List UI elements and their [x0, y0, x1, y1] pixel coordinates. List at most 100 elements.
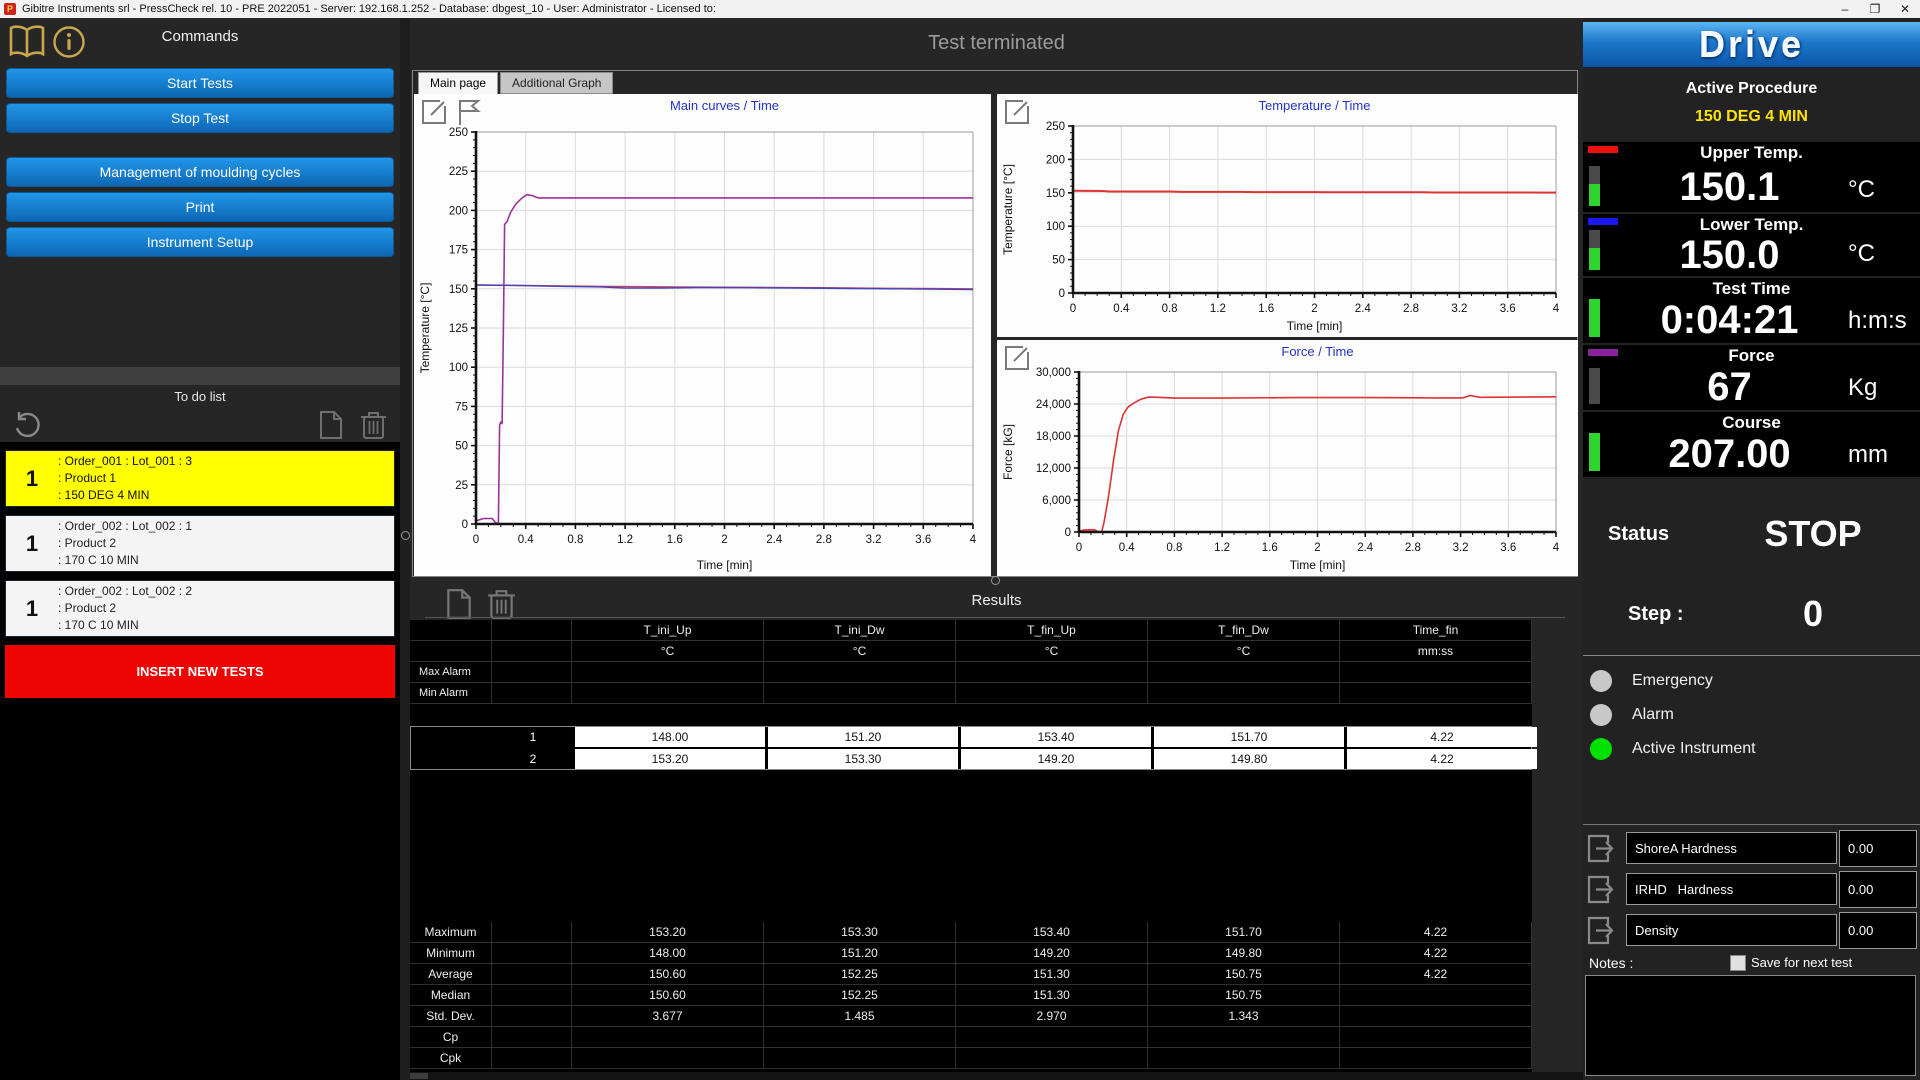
sidebar-button-instrument-setup[interactable]: Instrument Setup — [6, 227, 394, 257]
force-plot: 00.40.81.21.622.42.83.23.6406,00012,0001… — [997, 340, 1578, 576]
gauge-label: Test Time — [1583, 279, 1920, 299]
svg-text:1.2: 1.2 — [617, 534, 633, 546]
series-color-dash — [1588, 349, 1618, 356]
table-cell — [572, 1048, 764, 1069]
gauge-value: 0:04:21 — [1613, 300, 1846, 341]
sidebar-button-stop-test[interactable]: Stop Test — [6, 103, 394, 133]
result-value-cell: 151.70 — [1154, 727, 1344, 747]
table-cell — [1340, 1027, 1532, 1048]
delete-trash-icon[interactable] — [360, 410, 387, 445]
table-cell: 1.343 — [1148, 1006, 1340, 1027]
table-cell: 2.970 — [956, 1006, 1148, 1027]
svg-text:3.6: 3.6 — [1500, 303, 1516, 315]
svg-text:2.8: 2.8 — [1405, 542, 1421, 554]
vertical-splitter[interactable] — [400, 18, 410, 1080]
svg-text:100: 100 — [449, 362, 468, 374]
measure-name-field[interactable]: ShoreA Hardness — [1626, 832, 1837, 864]
indicator-light — [1590, 670, 1612, 692]
measure-value-field[interactable]: 0.00 — [1839, 871, 1917, 908]
refresh-icon[interactable] — [12, 410, 42, 445]
export-arrow-icon[interactable] — [1586, 915, 1616, 951]
svg-text:2.4: 2.4 — [1355, 303, 1372, 315]
table-cell: T_fin_Up — [956, 620, 1148, 641]
measure-value-field[interactable]: 0.00 — [1839, 912, 1917, 949]
table-cell: 152.25 — [764, 985, 956, 1006]
table-cell: Average — [410, 964, 492, 985]
export-arrow-icon[interactable] — [1586, 833, 1616, 869]
export-arrow-icon[interactable] — [1586, 874, 1616, 910]
sidebar-button-management-of-moulding-cycles[interactable]: Management of moulding cycles — [6, 157, 394, 187]
drive-logo: Drive — [1583, 22, 1920, 67]
todo-list-title: To do list — [0, 389, 400, 404]
result-value-cell: 153.30 — [768, 749, 958, 769]
window-titlebar: P Gibitre Instruments srl - PressCheck r… — [0, 0, 1920, 18]
svg-text:Time [min]: Time [min] — [697, 558, 753, 572]
table-cell: Max Alarm — [410, 662, 492, 683]
svg-text:2.4: 2.4 — [1357, 542, 1374, 554]
todo-item-count: 1 — [6, 531, 58, 557]
svg-text:2.8: 2.8 — [1403, 303, 1419, 315]
measure-value-field[interactable]: 0.00 — [1839, 830, 1917, 867]
svg-text:150: 150 — [1046, 188, 1065, 200]
table-cell — [492, 620, 572, 641]
sidebar-button-start-tests[interactable]: Start Tests — [6, 68, 394, 98]
status-value: STOP — [1723, 513, 1903, 555]
svg-text:Temperature [°C]: Temperature [°C] — [418, 283, 432, 374]
insert-new-tests-button[interactable]: INSERT NEW TESTS — [5, 645, 395, 698]
main-curves-chart: 00.40.81.21.622.42.83.23.640255075100125… — [414, 94, 991, 576]
table-cell — [492, 1048, 572, 1069]
todo-item-2[interactable]: 1: Order_002 : Lot_002 : 1: Product 2: 1… — [5, 515, 395, 572]
measure-name-field[interactable]: IRHD Hardness — [1626, 873, 1837, 905]
svg-text:200: 200 — [449, 205, 468, 217]
application-window: P Gibitre Instruments srl - PressCheck r… — [0, 0, 1920, 1080]
todo-item-3[interactable]: 1: Order_002 : Lot_002 : 2: Product 2: 1… — [5, 580, 395, 637]
indicator-light — [1590, 704, 1612, 726]
flag-marker-icon[interactable] — [456, 99, 481, 131]
gauge-label: Upper Temp. — [1583, 143, 1920, 163]
table-cell — [1148, 1048, 1340, 1069]
svg-text:18,000: 18,000 — [1036, 431, 1071, 443]
maximize-button[interactable]: ❐ — [1860, 0, 1890, 18]
svg-text:25: 25 — [455, 480, 468, 492]
stats-row-minimum: Minimum148.00151.20149.20149.804.22 — [410, 943, 1532, 964]
table-cell: 151.30 — [956, 985, 1148, 1006]
close-button[interactable]: ✕ — [1890, 0, 1920, 18]
svg-text:0: 0 — [473, 534, 479, 546]
svg-text:0.8: 0.8 — [1162, 303, 1178, 315]
table-cell: 152.25 — [764, 964, 956, 985]
svg-text:0: 0 — [1065, 527, 1071, 539]
result-row-1[interactable]: 1148.00151.20153.40151.704.22 — [411, 727, 1531, 747]
save-for-next-test-checkbox[interactable] — [1730, 955, 1746, 971]
temperature-plot: 00.40.81.21.622.42.83.23.640501001502002… — [997, 94, 1578, 337]
result-row-2[interactable]: 2153.20153.30149.20149.804.22 — [411, 749, 1531, 769]
commands-header: Commands — [0, 28, 400, 45]
svg-text:0: 0 — [1076, 542, 1082, 554]
edit-chart-icon[interactable] — [1004, 345, 1030, 376]
table-cell: 4.22 — [1340, 922, 1532, 943]
minimize-button[interactable]: – — [1830, 0, 1860, 18]
results-horizontal-scrollbar[interactable] — [410, 1072, 1583, 1080]
results-title: Results — [410, 592, 1583, 609]
svg-text:50: 50 — [1052, 255, 1065, 267]
svg-text:Force [kG]: Force [kG] — [1001, 424, 1015, 480]
table-cell: °C — [764, 641, 956, 662]
svg-text:175: 175 — [449, 245, 468, 257]
table-cell: Median — [410, 985, 492, 1006]
edit-chart-icon[interactable] — [421, 99, 447, 130]
table-cell — [1148, 683, 1340, 704]
sidebar-button-print[interactable]: Print — [6, 192, 394, 222]
tab-main-page[interactable]: Main page — [418, 72, 498, 94]
edit-chart-icon[interactable] — [1004, 99, 1030, 130]
table-cell: 1.485 — [764, 1006, 956, 1027]
svg-text:Temperature / Time: Temperature / Time — [1259, 98, 1371, 113]
results-data-grid[interactable]: 1148.00151.20153.40151.704.222153.20153.… — [410, 726, 1532, 770]
horizontal-splitter-handle[interactable] — [991, 576, 1000, 585]
todo-item-text: : Order_001 : Lot_001 : 3: Product 1: 15… — [58, 453, 192, 504]
new-document-icon[interactable] — [318, 410, 344, 445]
notes-textarea[interactable] — [1585, 975, 1916, 1076]
measure-name-field[interactable]: Density — [1626, 914, 1837, 946]
tab-additional-graph[interactable]: Additional Graph — [500, 72, 613, 94]
svg-text:75: 75 — [455, 401, 468, 413]
table-cell — [956, 662, 1148, 683]
todo-item-1[interactable]: 1: Order_001 : Lot_001 : 3: Product 1: 1… — [5, 450, 395, 507]
